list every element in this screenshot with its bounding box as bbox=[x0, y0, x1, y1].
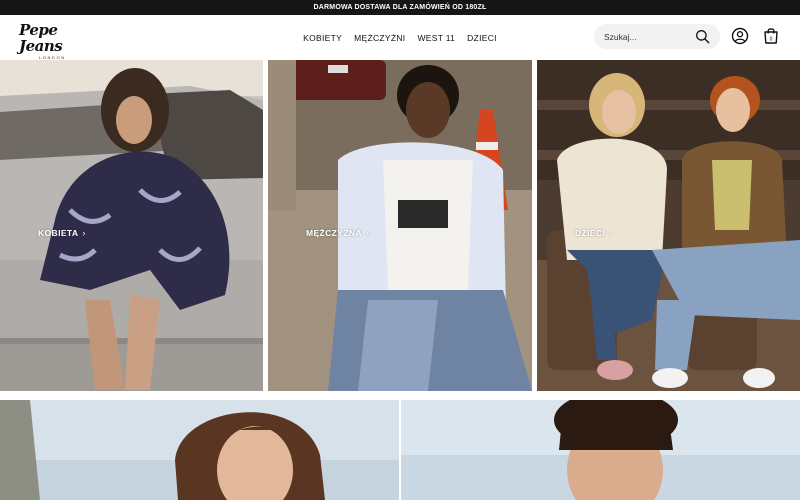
man-photo bbox=[268, 60, 532, 391]
chevron-right-icon: › bbox=[82, 228, 86, 238]
search-icon[interactable] bbox=[695, 29, 710, 44]
tile-label-dzieci[interactable]: DZIECI › bbox=[575, 228, 613, 238]
kids-photo bbox=[537, 60, 800, 391]
category-tile-mezczyzna[interactable]: MĘŻCZYZNA › bbox=[268, 60, 532, 391]
user-icon[interactable] bbox=[731, 27, 749, 45]
chevron-right-icon: › bbox=[609, 228, 613, 238]
tile-label-text: DZIECI bbox=[575, 228, 606, 238]
site-header: Pepe Jeans LONDON KOBIETY MĘŻCZYŹNI WEST… bbox=[0, 15, 800, 60]
promo-text: DARMOWA DOSTAWA DLA ZAMÓWIEŃ OD 180ZŁ bbox=[313, 4, 487, 11]
category-tile-kobieta[interactable]: KOBIETA › bbox=[0, 60, 263, 391]
nav-item-dzieci[interactable]: DZIECI bbox=[467, 33, 497, 43]
banner-right[interactable] bbox=[401, 400, 800, 500]
search-input[interactable] bbox=[604, 31, 694, 42]
nav-item-mezczyzni[interactable]: MĘŻCZYŹNI bbox=[354, 33, 405, 43]
nav-item-kobiety[interactable]: KOBIETY bbox=[303, 33, 342, 43]
chevron-right-icon: › bbox=[366, 228, 370, 238]
logo-wordmark: Pepe Jeans bbox=[19, 21, 63, 55]
tile-label-kobieta[interactable]: KOBIETA › bbox=[38, 228, 86, 238]
nav-item-west11[interactable]: WEST 11 bbox=[417, 33, 455, 43]
tile-label-mezczyzna[interactable]: MĘŻCZYZNA › bbox=[306, 228, 369, 238]
cart-icon[interactable]: 0 bbox=[762, 26, 780, 45]
tile-label-text: KOBIETA bbox=[38, 228, 79, 238]
svg-text:0: 0 bbox=[770, 37, 773, 43]
woman-photo bbox=[0, 60, 263, 391]
promo-bar: DARMOWA DOSTAWA DLA ZAMÓWIEŃ OD 180ZŁ bbox=[0, 0, 800, 15]
tile-label-text: MĘŻCZYZNA bbox=[306, 228, 363, 238]
banner-left-photo bbox=[0, 400, 399, 500]
category-tile-dzieci[interactable]: DZIECI › bbox=[537, 60, 800, 391]
banner-right-photo bbox=[401, 400, 800, 500]
search-box bbox=[594, 24, 720, 49]
brand-logo[interactable]: Pepe Jeans LONDON bbox=[19, 21, 89, 60]
banner-left[interactable] bbox=[0, 400, 399, 500]
